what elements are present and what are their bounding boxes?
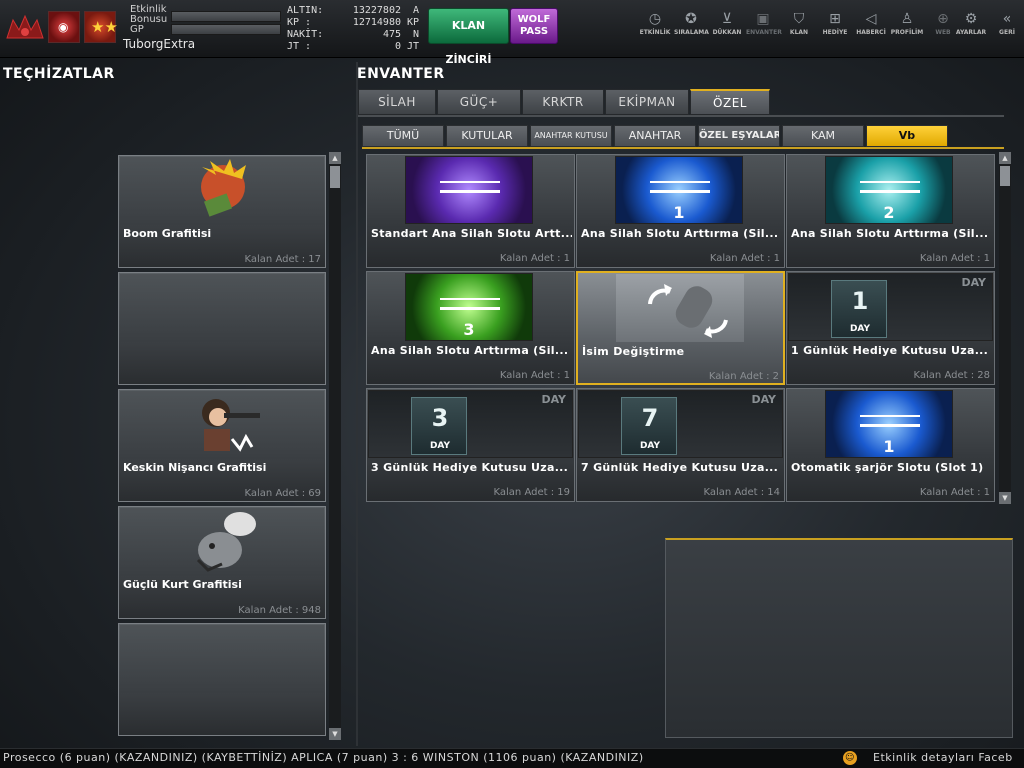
day-box-icon: DAY 7 DAY [578,390,783,458]
tab-underline [358,115,1004,117]
back-icon: « [1002,11,1012,27]
ticker-event-text: Etkinlik detayları Faceb [873,751,1013,764]
nav-haberci[interactable]: ◁ HABERCİ [854,9,888,49]
tab-ekipman[interactable]: EKİPMAN [605,89,689,115]
wolf-logo-icon [6,14,44,39]
subtab-vb[interactable]: Vb [866,125,948,147]
inventory-icon: ▣ [756,11,770,27]
nav-siralama[interactable]: ✪ SIRALAMA [674,9,709,49]
nav-ayarlar[interactable]: ⚙ AYARLAR [954,9,988,49]
scroll-thumb[interactable] [1000,166,1010,186]
nav-profilim[interactable]: ♙ PROFİLİM [890,9,924,49]
list-item[interactable]: Güçlü Kurt Grafitisi Kalan Adet : 948 [118,506,326,619]
list-item[interactable] [118,623,326,736]
equipment-scrollbar[interactable]: ▲ ▼ [329,152,341,740]
gear-icon: ⚙ [964,11,978,27]
day-box-icon: DAY 3 DAY [368,390,573,458]
subtab-kam[interactable]: KAM [782,125,864,147]
shield-icon: ⛉ [793,11,805,27]
scroll-down-icon[interactable]: ▼ [329,728,341,740]
boom-graffiti-icon [120,157,324,225]
gift-icon: ⊞ [829,11,841,27]
news-ticker: Prosecco (6 puan) (KAZANDINIZ) (KAYBETTİ… [0,748,1024,768]
dogtag-icon [616,274,744,342]
subtab-ozel-esyalar[interactable]: ÖZEL EŞYALAR [698,125,780,147]
inventory-item[interactable]: DAY 1 DAY 1 Günlük Hediye Kutusu Uza... K… [786,271,995,385]
gp-bar [171,24,281,35]
nav-dukkan[interactable]: ⊻ DÜKKAN [710,9,744,49]
panel-divider [356,62,358,746]
inventory-item[interactable]: 3 Ana Silah Slotu Arttırma (Sil... Kalan… [366,271,575,385]
megaphone-icon: ◁ [865,11,877,27]
nav-hediye[interactable]: ⊞ HEDİYE [818,9,852,49]
bonus-bar [171,11,281,22]
weapon-slot-icon: 3 [405,273,533,341]
inventory-item[interactable]: DAY 3 DAY 3 Günlük Hediye Kutusu Uza... K… [366,388,575,502]
inventory-item-selected[interactable]: İsim Değiştirme Kalan Adet : 2 [576,271,785,385]
inventory-item[interactable]: DAY 7 DAY 7 Günlük Hediye Kutusu Uza... K… [576,388,785,502]
medal-icon: ✪ [685,11,697,27]
scroll-up-icon[interactable]: ▲ [329,152,341,164]
bonus-label: Etkinlik Bonusu [130,4,168,25]
wolf-graffiti-icon [120,508,324,576]
day-box-icon: DAY 1 DAY [788,273,993,341]
currency-row: ALTIN: 13227802 A [287,5,419,16]
weapon-slot-icon [405,156,533,224]
list-item[interactable] [118,272,326,385]
subtab-underline [362,147,1004,149]
currency-row: NAKİT: 475 N [287,29,419,40]
tab-silah[interactable]: SİLAH [358,89,436,115]
cart-icon: ⊻ [721,11,733,27]
tab-guc[interactable]: GÜÇ+ [437,89,521,115]
inventory-item[interactable]: 1 Otomatik şarjör Slotu (Slot 1) Kalan A… [786,388,995,502]
currency-row: KP :12714980 KP [287,17,419,28]
rank-badge-icon: ◉ [48,11,80,43]
top-bar: ◉ ★★ Etkinlik Bonusu GP TuborgExtra ALTI… [0,0,1024,66]
scroll-up-icon[interactable]: ▲ [999,152,1011,164]
tab-ozel[interactable]: ÖZEL [690,89,770,115]
magazine-slot-icon: 1 [825,390,953,458]
currency-row: JT :0 JT [287,41,419,52]
info-icon[interactable]: ☺ [843,751,857,765]
inventory-title: ENVANTER [357,66,445,82]
subtab-kutular[interactable]: KUTULAR [446,125,528,147]
subtab-tumu[interactable]: TÜMÜ [362,125,444,147]
subtab-anahtar[interactable]: ANAHTAR [614,125,696,147]
inventory-item[interactable]: Standart Ana Silah Slotu Artt... Kalan A… [366,154,575,268]
username: TuborgExtra [123,37,196,51]
scroll-thumb[interactable] [330,166,340,188]
main-nav: ◷ ETKİNLİK ✪ SIRALAMA ⊻ DÜKKAN ▣ ENVANTER ⛉ K… [638,9,1024,49]
inventory-item[interactable]: 1 Ana Silah Slotu Arttırma (Sil... Kalan… [576,154,785,268]
tab-krktr[interactable]: KRKTR [522,89,604,115]
nav-geri[interactable]: «GERİ [990,9,1024,49]
klan-zinciri-button[interactable]: KLAN ZİNCİRİ [428,8,509,66]
nav-etkinlik[interactable]: ◷ ETKİNLİK [638,9,672,49]
sniper-graffiti-icon [120,391,324,459]
currency-panel: ALTIN: 13227802 A KP :12714980 KP NAKİT: 475… [287,5,421,53]
inventory-item[interactable]: 2 Ana Silah Slotu Arttırma (Sil... Kalan… [786,154,995,268]
stars-badge-icon: ★★ [84,11,118,43]
gp-label: GP [130,24,144,35]
item-detail-panel [665,538,1013,738]
equipment-title: TEÇHİZATLAR [3,66,115,82]
list-item[interactable]: Keskin Nişancı Grafitisi Kalan Adet : 69 [118,389,326,502]
wolf-pass-button[interactable]: WOLF PASS [510,8,558,44]
weapon-slot-icon: 1 [615,156,743,224]
nav-envanter[interactable]: ▣ ENVANTER [746,9,782,49]
subtab-anahtar-kutusu[interactable]: ANAHTAR KUTUSU [530,125,612,147]
weapon-slot-icon: 2 [825,156,953,224]
ticker-text: Prosecco (6 puan) (KAZANDINIZ) (KAYBETTİ… [3,751,644,764]
profile-icon: ♙ [900,11,914,27]
inventory-grid: Standart Ana Silah Slotu Artt... Kalan A… [366,154,996,504]
list-item[interactable]: Boom Grafitisi Kalan Adet : 17 [118,155,326,268]
clock-icon: ◷ [648,11,662,27]
inventory-scrollbar[interactable]: ▲ ▼ [999,152,1011,504]
scroll-down-icon[interactable]: ▼ [999,492,1011,504]
nav-klan[interactable]: ⛉ KLAN [782,9,816,49]
